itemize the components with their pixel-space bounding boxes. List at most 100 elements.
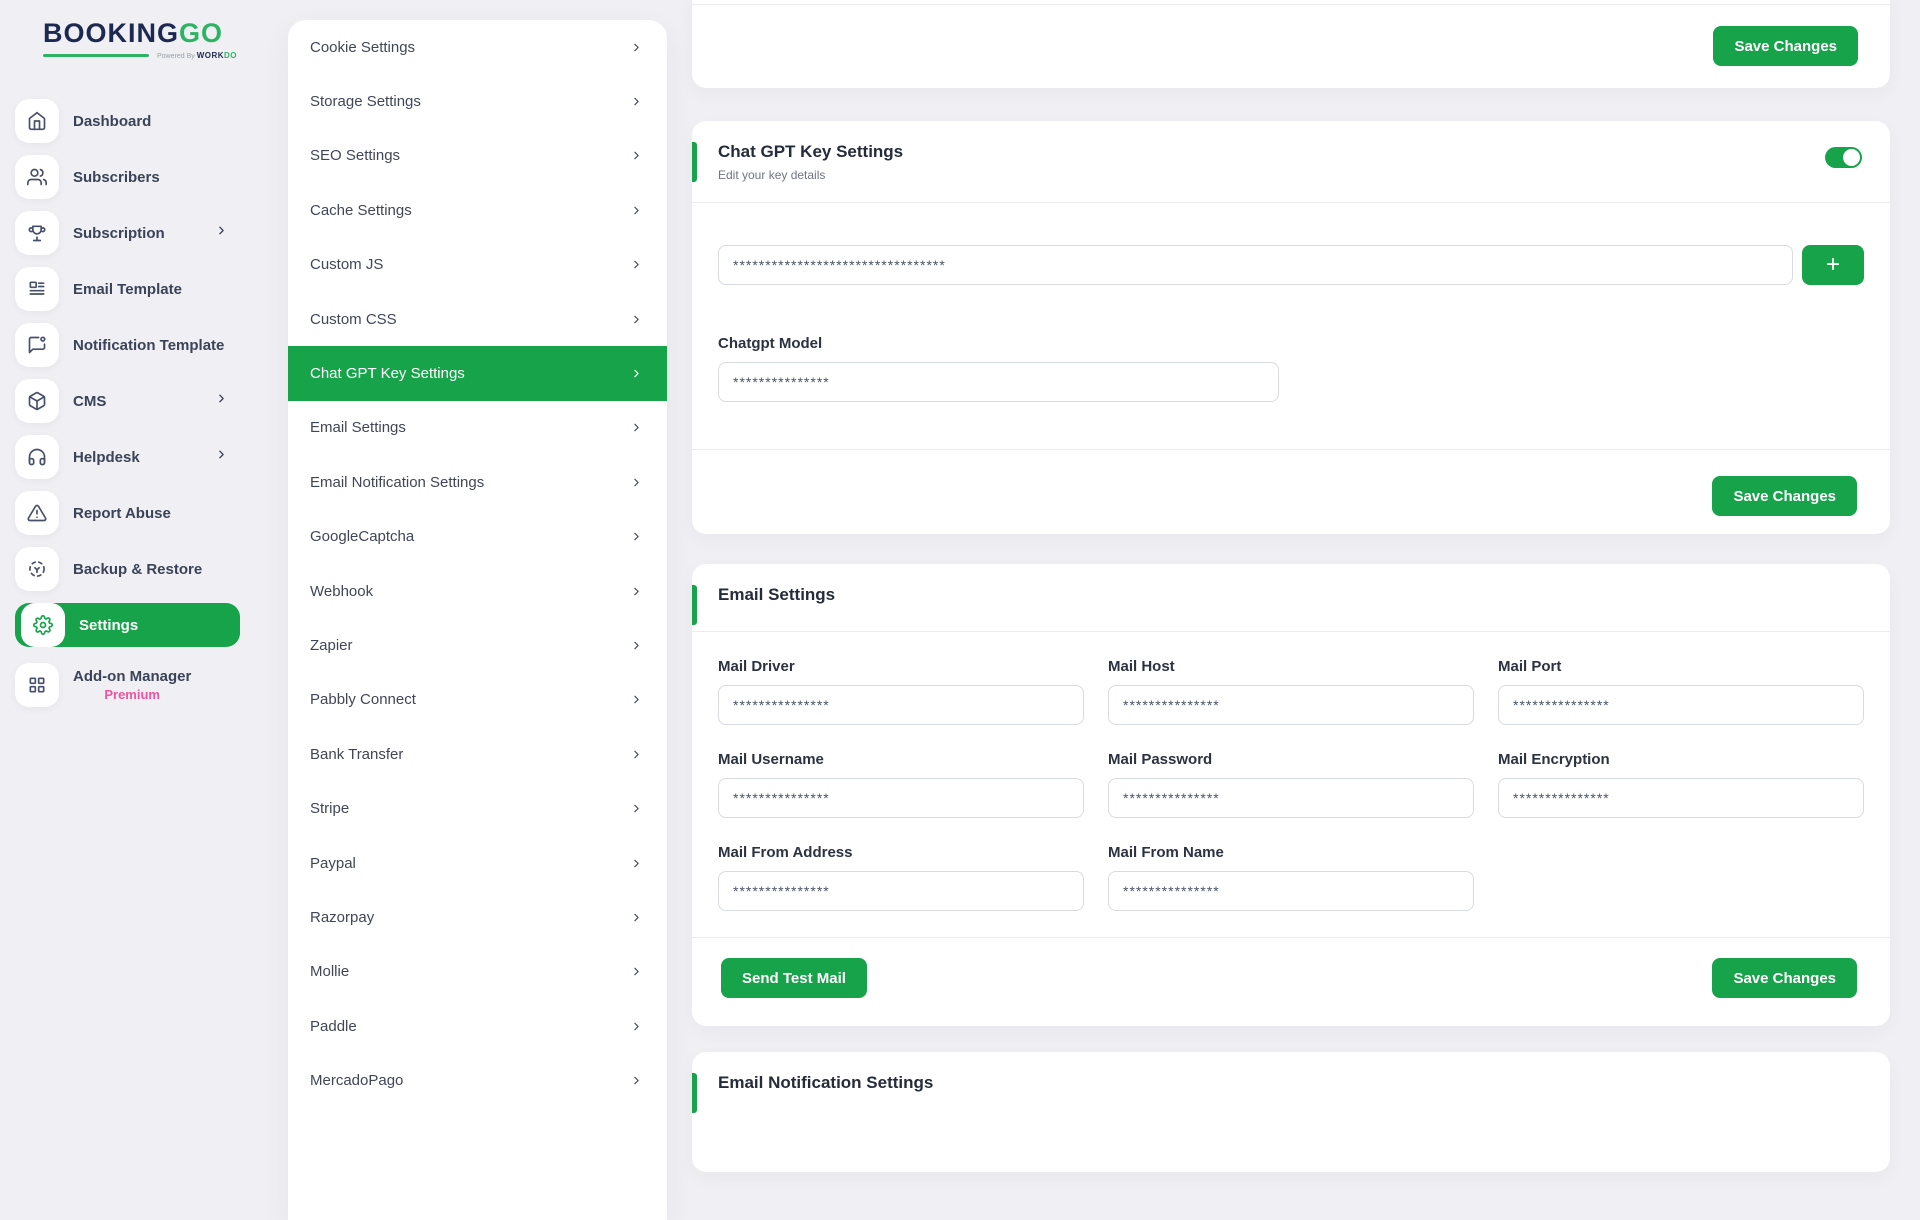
menu-item-pabbly-connect[interactable]: Pabbly Connect (288, 673, 667, 727)
sidebar-item-label: Dashboard (73, 113, 151, 130)
chatgpt-api-key-input[interactable] (718, 245, 1793, 285)
section-title: Email Notification Settings (718, 1073, 1862, 1093)
menu-item-cookie-settings[interactable]: Cookie Settings (288, 20, 667, 74)
menu-item-zapier[interactable]: Zapier (288, 618, 667, 672)
chevron-right-icon (630, 41, 643, 54)
menu-item-webhook[interactable]: Webhook (288, 564, 667, 618)
menu-item-email-settings[interactable]: Email Settings (288, 401, 667, 455)
chevron-right-icon (630, 1020, 643, 1033)
powered-by-text: Powered By WORKDO (157, 51, 237, 60)
section-accent-bar (692, 1073, 697, 1113)
menu-item-label: Cookie Settings (310, 39, 415, 56)
mail-from-address-label: Mail From Address (718, 844, 1084, 861)
sidebar-item-label: Add-on Manager (73, 668, 191, 685)
brand-logo[interactable]: BOOKINGGO Powered By WORKDO (43, 18, 243, 60)
chatgpt-enable-toggle[interactable] (1825, 147, 1862, 168)
backup-restore-icon (15, 547, 59, 591)
menu-item-paypal[interactable]: Paypal (288, 836, 667, 890)
sidebar-item-label: Email Template (73, 281, 182, 298)
sidebar-item-report-abuse[interactable]: Report Abuse (15, 491, 240, 535)
section-accent-bar (692, 585, 697, 625)
menu-item-cache-settings[interactable]: Cache Settings (288, 183, 667, 237)
menu-item-label: Webhook (310, 583, 373, 600)
mail-driver-input[interactable] (718, 685, 1084, 725)
sidebar-item-settings[interactable]: Settings (15, 603, 240, 647)
save-changes-button[interactable]: Save Changes (1712, 476, 1857, 516)
sidebar-item-backup-restore[interactable]: Backup & Restore (15, 547, 240, 591)
menu-item-custom-css[interactable]: Custom CSS (288, 292, 667, 346)
menu-item-custom-js[interactable]: Custom JS (288, 238, 667, 292)
menu-item-label: MercadoPago (310, 1072, 403, 1089)
mail-password-label: Mail Password (1108, 751, 1474, 768)
sidebar-item-email-template[interactable]: Email Template (15, 267, 240, 311)
menu-item-label: Bank Transfer (310, 746, 403, 763)
menu-item-label: Stripe (310, 800, 349, 817)
sidebar-item-label: Helpdesk (73, 449, 140, 466)
sidebar-item-label: Settings (79, 617, 138, 634)
mail-from-address-input[interactable] (718, 871, 1084, 911)
mail-from-name-input[interactable] (1108, 871, 1474, 911)
menu-item-label: Paddle (310, 1018, 357, 1035)
menu-item-label: Storage Settings (310, 93, 421, 110)
save-changes-button[interactable]: Save Changes (1712, 958, 1857, 998)
menu-item-mercadopago[interactable]: MercadoPago (288, 1053, 667, 1107)
section-accent-bar (692, 142, 697, 182)
section-title: Email Settings (718, 585, 1862, 605)
sidebar-item-subscribers[interactable]: Subscribers (15, 155, 240, 199)
sidebar-item-label: Report Abuse (73, 505, 171, 522)
sidebar-item-cms[interactable]: CMS (15, 379, 240, 423)
menu-item-label: Zapier (310, 637, 353, 654)
chevron-right-icon (630, 802, 643, 815)
chevron-right-icon (630, 911, 643, 924)
alert-triangle-icon (15, 491, 59, 535)
chatgpt-model-input[interactable] (718, 362, 1279, 402)
sidebar-item-notification-template[interactable]: Notification Template (15, 323, 240, 367)
mail-port-label: Mail Port (1498, 658, 1864, 675)
package-icon (15, 379, 59, 423)
chevron-right-icon (630, 965, 643, 978)
chevron-right-icon (630, 367, 643, 380)
menu-item-label: Chat GPT Key Settings (310, 365, 465, 382)
menu-item-storage-settings[interactable]: Storage Settings (288, 74, 667, 128)
menu-item-label: Custom JS (310, 256, 383, 273)
menu-item-mollie[interactable]: Mollie (288, 945, 667, 999)
sidebar-item-helpdesk[interactable]: Helpdesk (15, 435, 240, 479)
menu-item-label: Paypal (310, 855, 356, 872)
menu-item-label: Email Notification Settings (310, 474, 484, 491)
save-changes-button[interactable]: Save Changes (1713, 26, 1858, 66)
sidebar-item-addon-manager[interactable]: Add-on Manager Premium (15, 659, 240, 711)
left-sidebar: BOOKINGGO Powered By WORKDO Dashboard Su… (0, 0, 285, 1080)
add-key-button[interactable]: + (1802, 245, 1864, 285)
mail-username-input[interactable] (718, 778, 1084, 818)
menu-item-googlecaptcha[interactable]: GoogleCaptcha (288, 510, 667, 564)
mail-host-input[interactable] (1108, 685, 1474, 725)
menu-item-chatgpt-key-settings[interactable]: Chat GPT Key Settings (288, 346, 667, 400)
sidebar-item-label: CMS (73, 393, 106, 410)
menu-item-seo-settings[interactable]: SEO Settings (288, 129, 667, 183)
sidebar-item-dashboard[interactable]: Dashboard (15, 99, 240, 143)
menu-item-bank-transfer[interactable]: Bank Transfer (288, 727, 667, 781)
sidebar-item-label: Notification Template (73, 337, 224, 354)
chevron-right-icon (630, 748, 643, 761)
menu-item-stripe[interactable]: Stripe (288, 781, 667, 835)
mail-password-input[interactable] (1108, 778, 1474, 818)
mail-encryption-input[interactable] (1498, 778, 1864, 818)
menu-item-label: Custom CSS (310, 311, 397, 328)
home-icon (15, 99, 59, 143)
send-test-mail-button[interactable]: Send Test Mail (721, 958, 867, 998)
menu-item-razorpay[interactable]: Razorpay (288, 890, 667, 944)
menu-item-label: Cache Settings (310, 202, 412, 219)
sidebar-item-subscription[interactable]: Subscription (15, 211, 240, 255)
chevron-right-icon (215, 224, 228, 242)
mail-host-label: Mail Host (1108, 658, 1474, 675)
grid-icon (15, 663, 59, 707)
layout-icon (15, 267, 59, 311)
settings-submenu-panel: Cookie Settings Storage Settings SEO Set… (288, 20, 667, 1220)
email-notification-settings-card: Email Notification Settings (692, 1052, 1890, 1172)
mail-port-input[interactable] (1498, 685, 1864, 725)
menu-item-email-notification-settings[interactable]: Email Notification Settings (288, 455, 667, 509)
mail-username-label: Mail Username (718, 751, 1084, 768)
chevron-right-icon (630, 258, 643, 271)
menu-item-paddle[interactable]: Paddle (288, 999, 667, 1053)
chevron-right-icon (630, 313, 643, 326)
